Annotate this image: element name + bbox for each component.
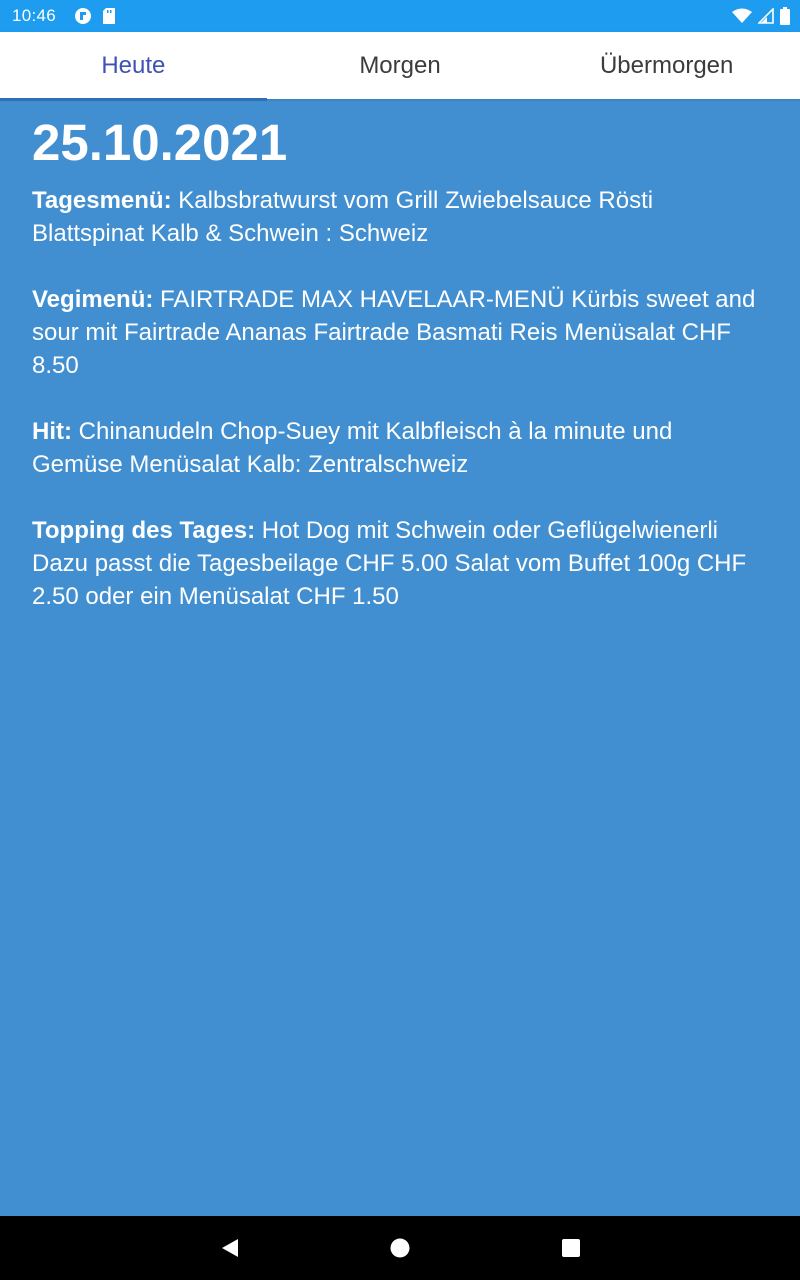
menu-entry-tagesmenu: Tagesmenü: Kalbsbratwurst vom Grill Zwie… <box>32 184 768 250</box>
status-time: 10:46 <box>12 6 57 25</box>
tab-active-indicator <box>0 98 267 101</box>
tab-bar: Heute Morgen Übermorgen <box>0 32 800 101</box>
menu-entry-label: Hit: <box>32 418 72 445</box>
status-notification-icons <box>74 7 116 30</box>
tab-heute[interactable]: Heute <box>0 32 267 101</box>
tab-uebermorgen[interactable]: Übermorgen <box>533 32 800 99</box>
back-icon[interactable] <box>218 1236 242 1260</box>
menu-content: 25.10.2021 Tagesmenü: Kalbsbratwurst vom… <box>32 112 768 646</box>
menu-entry-vegimenu: Vegimenü: FAIRTRADE MAX HAVELAAR-MENÜ Kü… <box>32 283 768 382</box>
menu-entry-label: Topping des Tages: <box>32 517 256 544</box>
status-system-icons <box>732 7 790 30</box>
menu-entry-hit: Hit: Chinanudeln Chop-Suey mit Kalbfleis… <box>32 415 768 481</box>
menu-entry-label: Vegimenü: <box>32 286 154 313</box>
tab-label: Heute <box>101 51 166 79</box>
app-notification-icon <box>74 7 92 30</box>
menu-entry-label: Tagesmenü: <box>32 187 172 214</box>
recents-icon[interactable] <box>559 1236 583 1260</box>
tab-label: Morgen <box>359 51 441 79</box>
sd-card-icon <box>102 7 116 30</box>
tab-label: Übermorgen <box>599 51 734 79</box>
cell-signal-icon <box>757 7 774 29</box>
tab-morgen[interactable]: Morgen <box>267 32 534 99</box>
menu-entry-topping: Topping des Tages: Hot Dog mit Schwein o… <box>32 514 768 613</box>
menu-date: 25.10.2021 <box>32 114 288 171</box>
status-bar: 10:46 <box>0 0 800 32</box>
navigation-bar <box>0 1216 800 1280</box>
menu-entry-text: Chinanudeln Chop-Suey mit Kalbfleisch à … <box>32 418 673 478</box>
wifi-icon <box>732 8 752 29</box>
home-icon[interactable] <box>388 1236 412 1260</box>
battery-icon <box>780 7 790 30</box>
